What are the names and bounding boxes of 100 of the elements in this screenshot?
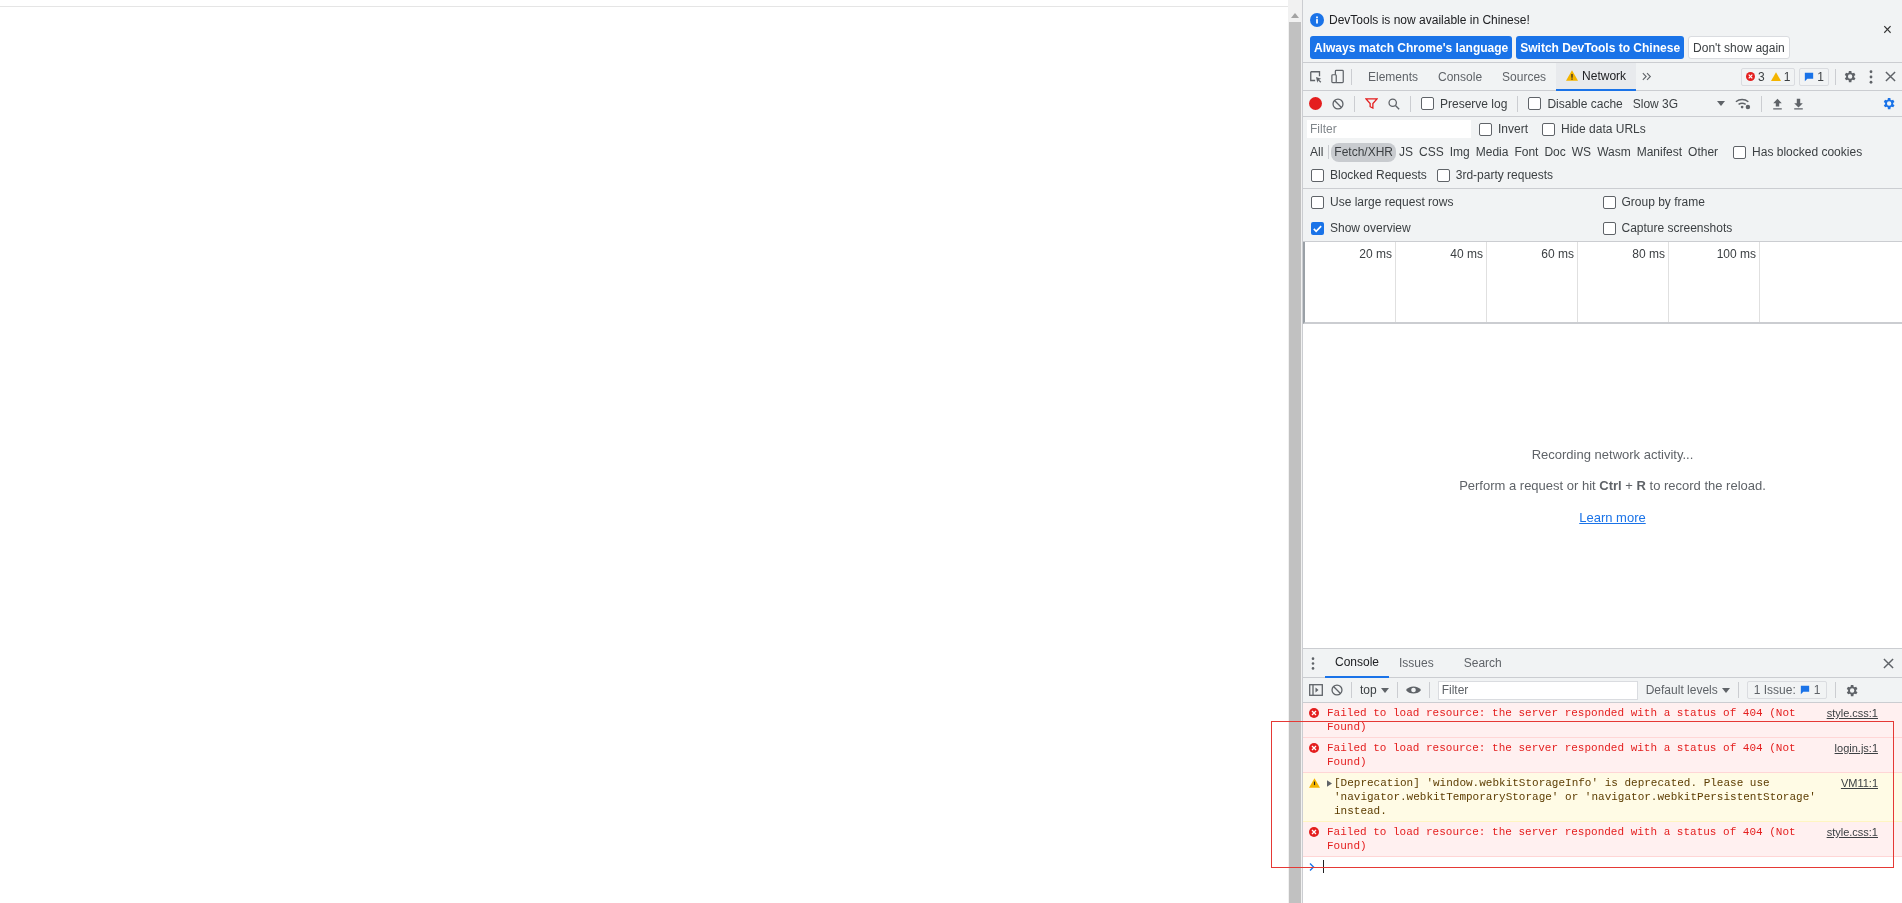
timeline-tick: 80 ms [1632, 246, 1665, 259]
message-text: [Deprecation] 'window.webkitStorageInfo' is deprecated. Please use 'navigator.webkitTemporaryStorage' or 'navigator.webkitPersistentStorage' instead. [1334, 776, 1817, 818]
record-button[interactable] [1309, 97, 1322, 110]
settings-icon[interactable] [1844, 682, 1860, 698]
message-text: Failed to load resource: the server responded with a status of 404 (Not Found) [1327, 706, 1797, 734]
infobar-button[interactable]: Always match Chrome's language [1310, 36, 1513, 59]
checkbox[interactable] [1311, 195, 1324, 209]
sidebar-toggle-icon[interactable] [1309, 684, 1323, 696]
throttling-dropdown[interactable]: Slow 3G [1632, 94, 1725, 113]
context-dropdown[interactable]: top [1360, 681, 1389, 699]
timeline-tick: 60 ms [1541, 246, 1574, 259]
learn-more-link[interactable]: Learn more [1579, 507, 1646, 528]
checkbox-label: 3rd-party requests [1455, 167, 1554, 184]
close-icon[interactable] [1883, 657, 1894, 669]
checkbox[interactable] [1311, 168, 1324, 182]
filter-field[interactable]: Filter [1307, 120, 1471, 138]
settings-icon[interactable] [1881, 96, 1896, 111]
timeline-tick: 20 ms [1359, 246, 1392, 259]
type-filter[interactable]: CSS [1416, 142, 1447, 162]
infobar-message: DevTools is now available in Chinese! [1329, 12, 1530, 29]
type-filter[interactable]: Media [1472, 142, 1512, 162]
more-options-icon[interactable] [1869, 69, 1873, 84]
close-button[interactable]: × [1882, 22, 1892, 38]
checkbox-label: Preserve log [1440, 95, 1508, 113]
checkbox-label: Use large request rows [1330, 194, 1454, 211]
checkbox[interactable] [1479, 122, 1492, 136]
infobar-button[interactable]: Switch DevTools to Chinese [1516, 36, 1685, 59]
checkbox-label: Invert [1498, 121, 1528, 138]
checkbox[interactable] [1602, 221, 1616, 235]
panel-tab[interactable]: Elements [1358, 62, 1429, 91]
issues-counter[interactable]: 1 [1799, 67, 1829, 86]
empty-state-hint: Perform a request or hit Ctrl + R to record the reload. [1459, 477, 1766, 496]
inspect-icon[interactable] [1309, 69, 1323, 84]
checkbox-label: Has blocked cookies [1752, 144, 1863, 161]
device-icon[interactable] [1331, 69, 1345, 84]
info-icon [1310, 13, 1324, 27]
timeline-overview[interactable]: 20 ms 40 ms 60 ms 80 ms 100 ms [1303, 242, 1902, 324]
checkbox[interactable] [1602, 195, 1616, 209]
drawer-tab[interactable]: Search [1453, 648, 1512, 678]
drawer-tab[interactable]: Issues [1389, 648, 1444, 678]
checkbox-label: Disable cache [1547, 95, 1623, 113]
timeline-tick: 40 ms [1450, 246, 1483, 259]
type-filter[interactable]: JS [1396, 142, 1417, 162]
console-filter-field[interactable]: Filter [1437, 680, 1638, 700]
more-options-icon[interactable] [1311, 656, 1315, 670]
settings-icon[interactable] [1842, 69, 1857, 84]
type-filter[interactable]: Other [1685, 142, 1722, 162]
error-warning-counter[interactable]: 3 1 [1740, 67, 1796, 86]
checkbox[interactable] [1528, 97, 1542, 110]
eye-icon[interactable] [1405, 685, 1421, 695]
checkbox-label: Blocked Requests [1330, 167, 1427, 184]
source-link[interactable]: style.css:1 [1826, 706, 1878, 720]
type-filter[interactable]: Img [1446, 142, 1473, 162]
issues-counter[interactable]: 1 Issue: 1 [1746, 681, 1828, 699]
checkbox[interactable] [1311, 221, 1324, 235]
warning-icon [1566, 70, 1579, 81]
expand-icon[interactable] [1327, 780, 1332, 787]
checkbox[interactable] [1733, 145, 1747, 159]
prompt-icon [1309, 862, 1315, 871]
infobar-button[interactable]: Don't show again [1688, 36, 1790, 59]
type-filter[interactable]: Fetch/XHR [1331, 142, 1397, 162]
message-icon [1804, 71, 1815, 82]
message-text: Failed to load resource: the server responded with a status of 404 (Not Found) [1327, 741, 1797, 769]
clear-icon[interactable] [1332, 97, 1344, 110]
source-link[interactable]: VM11:1 [1840, 776, 1878, 790]
filter-icon[interactable] [1365, 98, 1378, 109]
type-filter[interactable]: All [1307, 142, 1327, 162]
checkbox[interactable] [1421, 97, 1434, 110]
source-link[interactable]: style.css:1 [1826, 825, 1878, 839]
checkbox[interactable] [1436, 168, 1450, 182]
caret-icon [1716, 101, 1725, 106]
warning-icon [1309, 778, 1320, 788]
checkbox-label: Hide data URLs [1561, 121, 1646, 138]
type-filter[interactable]: WS [1568, 142, 1595, 162]
timeline-tick: 100 ms [1716, 246, 1756, 259]
scrollbar-thumb[interactable] [1289, 22, 1301, 903]
checkbox-label: Show overview [1330, 220, 1411, 237]
message-icon [1799, 685, 1810, 695]
source-link[interactable]: login.js:1 [1834, 741, 1878, 755]
panel-tab[interactable]: Network [1556, 62, 1637, 91]
panel-tab[interactable]: Sources [1492, 62, 1557, 91]
type-filter[interactable]: Manifest [1633, 142, 1686, 162]
search-icon[interactable] [1388, 97, 1400, 110]
log-levels-dropdown[interactable]: Default levels [1645, 681, 1730, 699]
checkbox[interactable] [1542, 122, 1555, 136]
wifi-settings-icon[interactable] [1734, 97, 1751, 110]
upload-icon[interactable] [1771, 97, 1783, 110]
panel-tab[interactable]: Console [1428, 62, 1493, 91]
type-filter[interactable]: Wasm [1594, 142, 1634, 162]
type-filter[interactable]: Doc [1541, 142, 1569, 162]
error-icon [1745, 72, 1755, 81]
message-text: Failed to load resource: the server responded with a status of 404 (Not Found) [1327, 825, 1797, 853]
close-icon[interactable] [1885, 71, 1896, 82]
warning-icon [1770, 72, 1781, 81]
download-icon[interactable] [1792, 97, 1804, 110]
error-icon [1309, 708, 1319, 718]
clear-icon[interactable] [1331, 684, 1343, 696]
error-icon [1309, 827, 1319, 837]
more-tabs-icon[interactable] [1642, 72, 1653, 81]
type-filter[interactable]: Font [1511, 142, 1542, 162]
